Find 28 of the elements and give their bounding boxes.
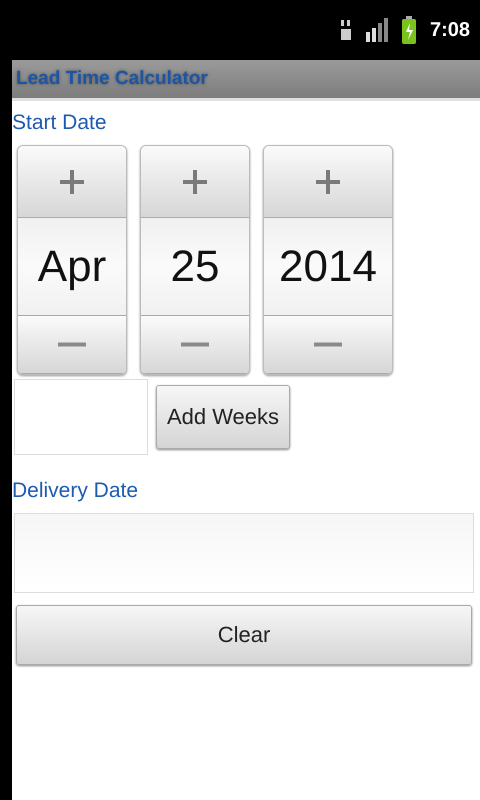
- battery-icon: [402, 16, 416, 44]
- increment-button[interactable]: [141, 146, 249, 218]
- plus-icon: [181, 168, 209, 196]
- increment-button[interactable]: [18, 146, 126, 218]
- minus-icon: [58, 342, 86, 347]
- usb-icon: [340, 19, 352, 41]
- signal-icon: [366, 18, 388, 42]
- spinner-value: Apr: [18, 218, 126, 316]
- date-spinner[interactable]: 2014: [263, 145, 393, 375]
- plus-icon: [58, 168, 86, 196]
- plus-icon: [314, 168, 342, 196]
- status-time: 7:08: [430, 18, 470, 42]
- minus-icon: [181, 342, 209, 347]
- section-label: Delivery Date: [12, 479, 140, 503]
- decrement-button[interactable]: [264, 316, 392, 374]
- decrement-button[interactable]: [18, 316, 126, 374]
- increment-button[interactable]: [264, 146, 392, 218]
- section-label: Start Date: [12, 111, 108, 135]
- date-spinner[interactable]: Apr: [17, 145, 127, 375]
- spinner-value: 25: [141, 218, 249, 316]
- clear-button[interactable]: Clear: [16, 605, 472, 665]
- add-weeks-button[interactable]: Add Weeks: [156, 385, 290, 449]
- app-title: Lead Time Calculator: [16, 68, 208, 90]
- spinner-value: 2014: [264, 218, 392, 316]
- decrement-button[interactable]: [141, 316, 249, 374]
- weeks-input-field[interactable]: [14, 379, 148, 455]
- minus-icon: [314, 342, 342, 347]
- date-spinner[interactable]: 25: [140, 145, 250, 375]
